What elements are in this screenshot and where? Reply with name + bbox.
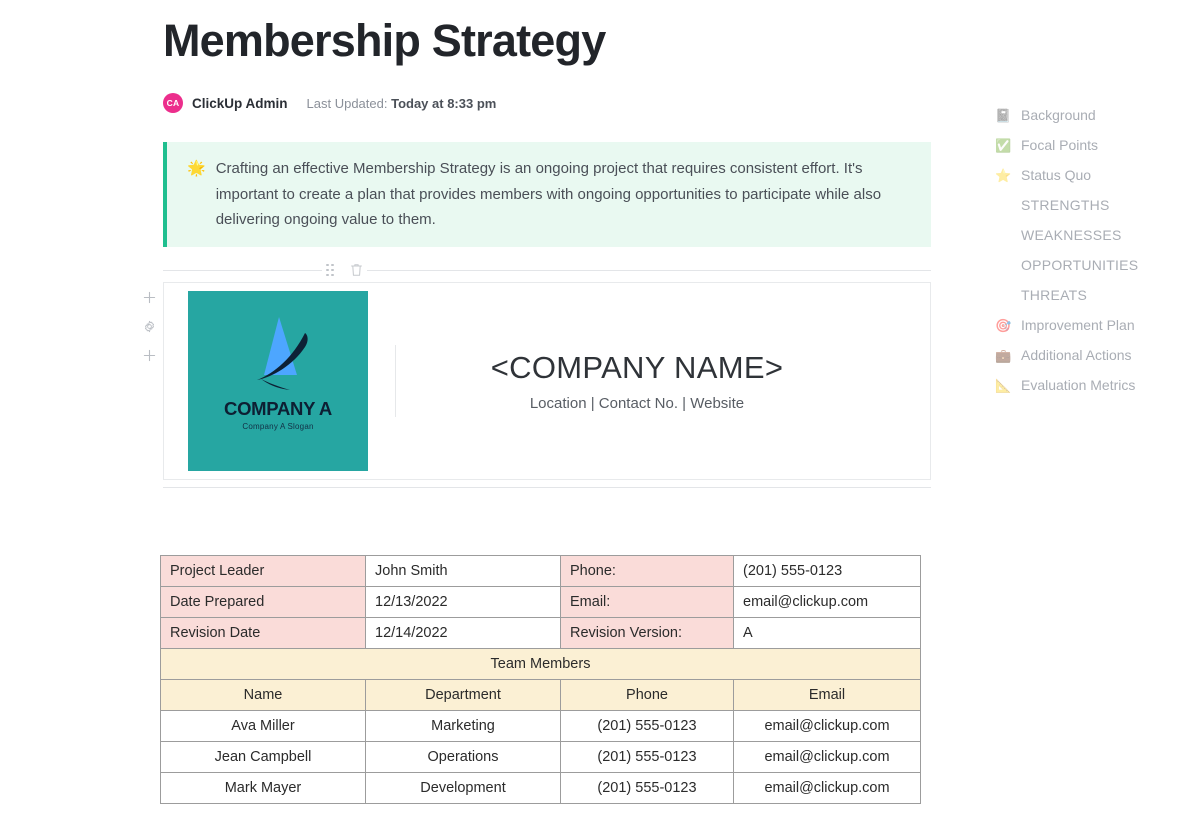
info-label: Revision Version: xyxy=(560,617,734,649)
outline-item-label: STRENGTHS xyxy=(1021,197,1110,213)
company-contact-line: Location | Contact No. | Website xyxy=(529,394,745,412)
team-banner-row: Team Members xyxy=(160,648,921,680)
company-info: <COMPANY NAME> Location | Contact No. | … xyxy=(396,350,930,412)
byline: CA ClickUp Admin Last Updated: Today at … xyxy=(163,92,496,114)
outline-item-label: OPPORTUNITIES xyxy=(1021,257,1139,273)
outline-item-status-quo[interactable]: ⭐ Status Quo xyxy=(995,160,1195,190)
document-page: Membership Strategy CA ClickUp Admin Las… xyxy=(0,0,1200,833)
trash-icon[interactable] xyxy=(350,263,363,277)
outline-item-background[interactable]: 📓 Background xyxy=(995,100,1195,130)
info-table-body: Project Leader John Smith Phone: (201) 5… xyxy=(160,555,921,804)
add-block-below-button[interactable] xyxy=(140,346,158,364)
block-toolbar xyxy=(322,263,367,277)
last-updated-label: Last Updated: xyxy=(306,95,388,111)
company-name-placeholder: <COMPANY NAME> xyxy=(490,350,784,386)
member-department[interactable]: Operations xyxy=(365,741,561,773)
outline-item-threats[interactable]: THREATS xyxy=(995,280,1195,310)
outline-item-label: Improvement Plan xyxy=(1021,317,1135,333)
info-value[interactable]: 12/14/2022 xyxy=(365,617,561,649)
outline-item-label: Background xyxy=(1021,107,1096,123)
member-email[interactable]: email@clickup.com xyxy=(733,741,921,773)
column-header-department: Department xyxy=(365,679,561,711)
info-value[interactable]: John Smith xyxy=(365,555,561,587)
info-value[interactable]: 12/13/2022 xyxy=(365,586,561,618)
info-label: Email: xyxy=(560,586,734,618)
table-row: Revision Date 12/14/2022 Revision Versio… xyxy=(160,617,921,649)
document-outline: 📓 Background ✅ Focal Points ⭐ Status Quo STREN… xyxy=(995,100,1195,400)
outline-item-label: Status Quo xyxy=(1021,167,1092,183)
info-value[interactable]: (201) 555-0123 xyxy=(733,555,921,587)
last-updated: Last Updated: Today at 8:33 pm xyxy=(307,96,497,111)
outline-item-label: Focal Points xyxy=(1021,137,1099,153)
member-email[interactable]: email@clickup.com xyxy=(733,710,921,742)
member-phone[interactable]: (201) 555-0123 xyxy=(560,741,734,773)
info-value[interactable]: A xyxy=(733,617,921,649)
team-members-banner: Team Members xyxy=(160,648,921,680)
project-info-table: Project Leader John Smith Phone: (201) 5… xyxy=(160,555,921,804)
outline-item-focal-points[interactable]: ✅ Focal Points xyxy=(995,130,1195,160)
author-name: ClickUp Admin xyxy=(192,95,288,111)
outline-item-label: Evaluation Metrics xyxy=(1021,377,1136,393)
avatar[interactable]: CA xyxy=(163,93,183,113)
callout-banner: 🌟 Crafting an effective Membership Strat… xyxy=(163,142,931,247)
member-phone[interactable]: (201) 555-0123 xyxy=(560,772,734,804)
outline-item-opportunities[interactable]: OPPORTUNITIES xyxy=(995,250,1195,280)
outline-item-improvement-plan[interactable]: 🎯 Improvement Plan xyxy=(995,310,1195,340)
logo-slogan: Company A Slogan xyxy=(242,422,314,431)
outline-item-label: Additional Actions xyxy=(1021,347,1132,363)
member-email[interactable]: email@clickup.com xyxy=(733,772,921,804)
block-gutter-controls xyxy=(138,288,160,364)
logo-company-name: COMPANY A xyxy=(224,398,332,419)
table-row: Project Leader John Smith Phone: (201) 5… xyxy=(160,555,921,587)
table-row: Jean Campbell Operations (201) 555-0123 … xyxy=(160,741,921,773)
column-header-email: Email xyxy=(733,679,921,711)
table-row: Mark Mayer Development (201) 555-0123 em… xyxy=(160,772,921,804)
info-label: Project Leader xyxy=(160,555,366,587)
team-header-row: Name Department Phone Email xyxy=(160,679,921,711)
info-label: Phone: xyxy=(560,555,734,587)
triangular-ruler-icon: 📐 xyxy=(995,377,1012,393)
notebook-icon: 📓 xyxy=(995,107,1012,123)
table-row: Date Prepared 12/13/2022 Email: email@cl… xyxy=(160,586,921,618)
member-name[interactable]: Ava Miller xyxy=(160,710,366,742)
drag-handle-icon[interactable] xyxy=(326,263,334,277)
company-header-block[interactable]: COMPANY A Company A Slogan <COMPANY NAME… xyxy=(163,282,931,480)
outline-item-label: WEAKNESSES xyxy=(1021,227,1122,243)
logo-mark-icon xyxy=(257,317,308,390)
member-name[interactable]: Jean Campbell xyxy=(160,741,366,773)
star-icon: ⭐ xyxy=(995,167,1012,183)
table-row: Ava Miller Marketing (201) 555-0123 emai… xyxy=(160,710,921,742)
member-phone[interactable]: (201) 555-0123 xyxy=(560,710,734,742)
check-box-icon: ✅ xyxy=(995,137,1012,153)
star-emoji-icon: 🌟 xyxy=(187,160,206,177)
briefcase-icon: 💼 xyxy=(995,347,1012,363)
target-icon: 🎯 xyxy=(995,317,1012,333)
block-top-divider xyxy=(163,270,931,271)
outline-item-strengths[interactable]: STRENGTHS xyxy=(995,190,1195,220)
callout-text: Crafting an effective Membership Strateg… xyxy=(215,160,882,228)
document-body: Membership Strategy CA ClickUp Admin Las… xyxy=(0,0,975,833)
member-department[interactable]: Marketing xyxy=(365,710,561,742)
page-title: Membership Strategy xyxy=(163,15,606,66)
block-bottom-divider xyxy=(163,487,931,488)
member-department[interactable]: Development xyxy=(365,772,561,804)
info-label: Date Prepared xyxy=(160,586,366,618)
outline-item-label: THREATS xyxy=(1021,287,1088,303)
outline-item-additional-actions[interactable]: 💼 Additional Actions xyxy=(995,340,1195,370)
outline-item-weaknesses[interactable]: WEAKNESSES xyxy=(995,220,1195,250)
outline-item-evaluation-metrics[interactable]: 📐 Evaluation Metrics xyxy=(995,370,1195,400)
last-updated-value: Today at 8:33 pm xyxy=(391,95,497,111)
member-name[interactable]: Mark Mayer xyxy=(160,772,366,804)
add-block-above-button[interactable] xyxy=(140,288,158,306)
info-value[interactable]: email@clickup.com xyxy=(733,586,921,618)
gear-icon[interactable] xyxy=(140,317,158,335)
info-label: Revision Date xyxy=(160,617,366,649)
column-header-phone: Phone xyxy=(560,679,734,711)
column-header-name: Name xyxy=(160,679,366,711)
company-logo: COMPANY A Company A Slogan xyxy=(188,291,368,471)
